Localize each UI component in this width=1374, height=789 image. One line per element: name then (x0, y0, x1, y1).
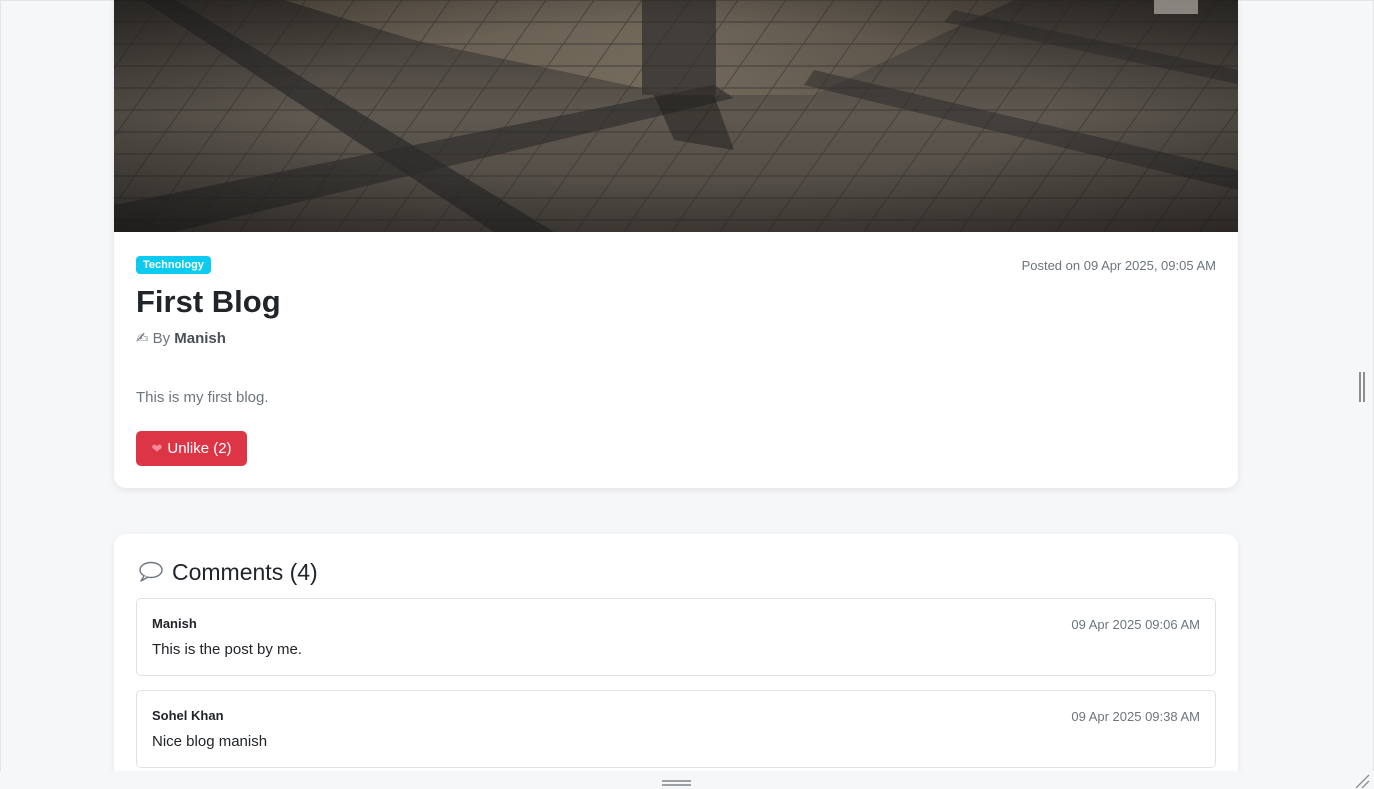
resize-corner-icon[interactable] (1354, 774, 1370, 788)
speech-bubble-icon (139, 561, 163, 582)
page-left-edge (0, 0, 1, 789)
comment-author: Sohel Khan (152, 708, 224, 723)
post-card: Technology Posted on 09 Apr 2025, 09:05 … (114, 0, 1238, 488)
comment-item: Manish 09 Apr 2025 09:06 AM This is the … (136, 598, 1216, 676)
comments-section: Comments (4) Manish 09 Apr 2025 09:06 AM… (114, 534, 1238, 789)
author-name: Manish (174, 330, 226, 347)
comment-text: This is the post by me. (152, 641, 303, 658)
vertical-resize-handle[interactable] (1359, 372, 1365, 402)
author-prefix: By (152, 330, 171, 347)
heart-icon: ❤ (151, 440, 163, 456)
unlike-label: Unlike (2) (167, 440, 232, 457)
comment-time: 09 Apr 2025 09:06 AM (1071, 617, 1200, 632)
category-badge[interactable]: Technology (136, 256, 211, 274)
comment-time: 09 Apr 2025 09:38 AM (1071, 709, 1200, 724)
comments-heading: Comments (4) (138, 558, 318, 586)
comment-item: Sohel Khan 09 Apr 2025 09:38 AM Nice blo… (136, 690, 1216, 768)
writing-hand-icon: ✍ (136, 330, 149, 347)
post-author-line: ✍ By Manish (136, 329, 226, 347)
comment-text: Nice blog manish (152, 733, 268, 750)
comment-author: Manish (152, 616, 197, 631)
post-date: Posted on 09 Apr 2025, 09:05 AM (1021, 258, 1216, 273)
comments-heading-text: Comments (4) (172, 559, 318, 585)
horizontal-resize-handle[interactable] (662, 780, 691, 788)
unlike-button[interactable]: ❤ Unlike (2) (136, 431, 247, 466)
post-hero-image (114, 0, 1238, 232)
post-title: First Blog (136, 284, 281, 319)
post-body: This is my first blog. (136, 389, 269, 406)
